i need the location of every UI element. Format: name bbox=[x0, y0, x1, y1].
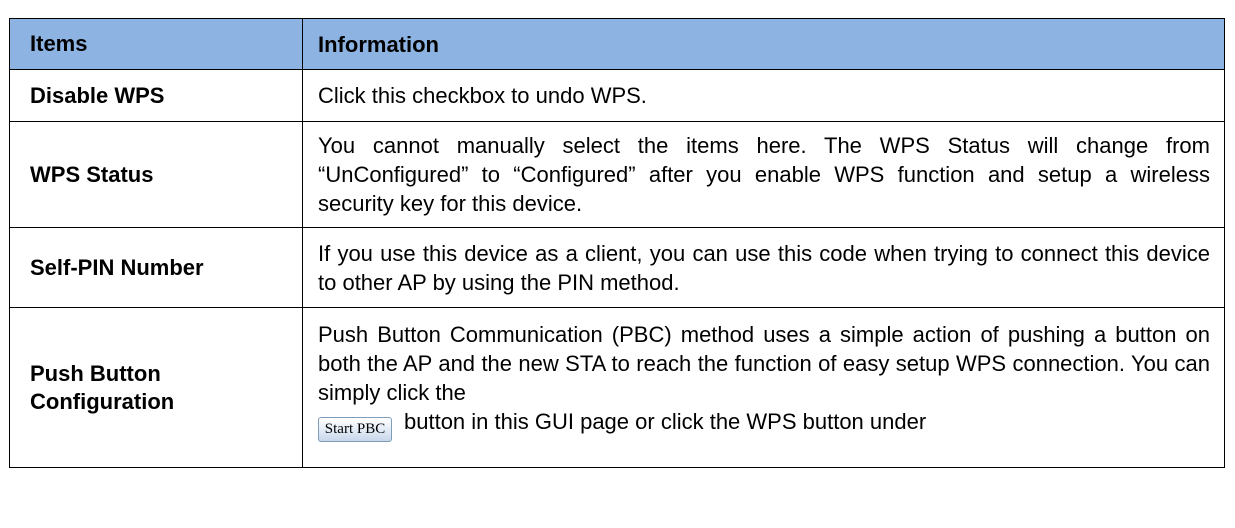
table-row: Self-PIN Number If you use this device a… bbox=[9, 227, 1225, 308]
item-name: WPS Status bbox=[9, 121, 303, 228]
header-information: Information bbox=[302, 18, 1225, 70]
table-row: WPS Status You cannot manually select th… bbox=[9, 121, 1225, 228]
item-name: Self-PIN Number bbox=[9, 227, 303, 308]
table-header-row: Items Information bbox=[9, 18, 1225, 70]
item-name: Disable WPS bbox=[9, 69, 303, 122]
item-info-part2: button in this GUI page or click the WPS… bbox=[404, 409, 927, 434]
table-row: Push Button Configuration Push Button Co… bbox=[9, 307, 1225, 468]
item-info-part1: Push Button Communication (PBC) method u… bbox=[318, 322, 1210, 405]
item-name: Push Button Configuration bbox=[9, 307, 303, 468]
item-info: If you use this device as a client, you … bbox=[302, 227, 1225, 308]
table-row: Disable WPS Click this checkbox to undo … bbox=[9, 69, 1225, 122]
header-items: Items bbox=[9, 18, 303, 70]
item-info: Click this checkbox to undo WPS. bbox=[302, 69, 1225, 122]
info-table: Items Information Disable WPS Click this… bbox=[9, 18, 1225, 468]
item-info: Push Button Communication (PBC) method u… bbox=[302, 307, 1225, 468]
item-name-line2: Configuration bbox=[30, 388, 175, 414]
item-name-line1: Push Button bbox=[30, 360, 161, 386]
item-info: You cannot manually select the items her… bbox=[302, 121, 1225, 228]
start-pbc-button[interactable]: Start PBC bbox=[318, 417, 392, 442]
